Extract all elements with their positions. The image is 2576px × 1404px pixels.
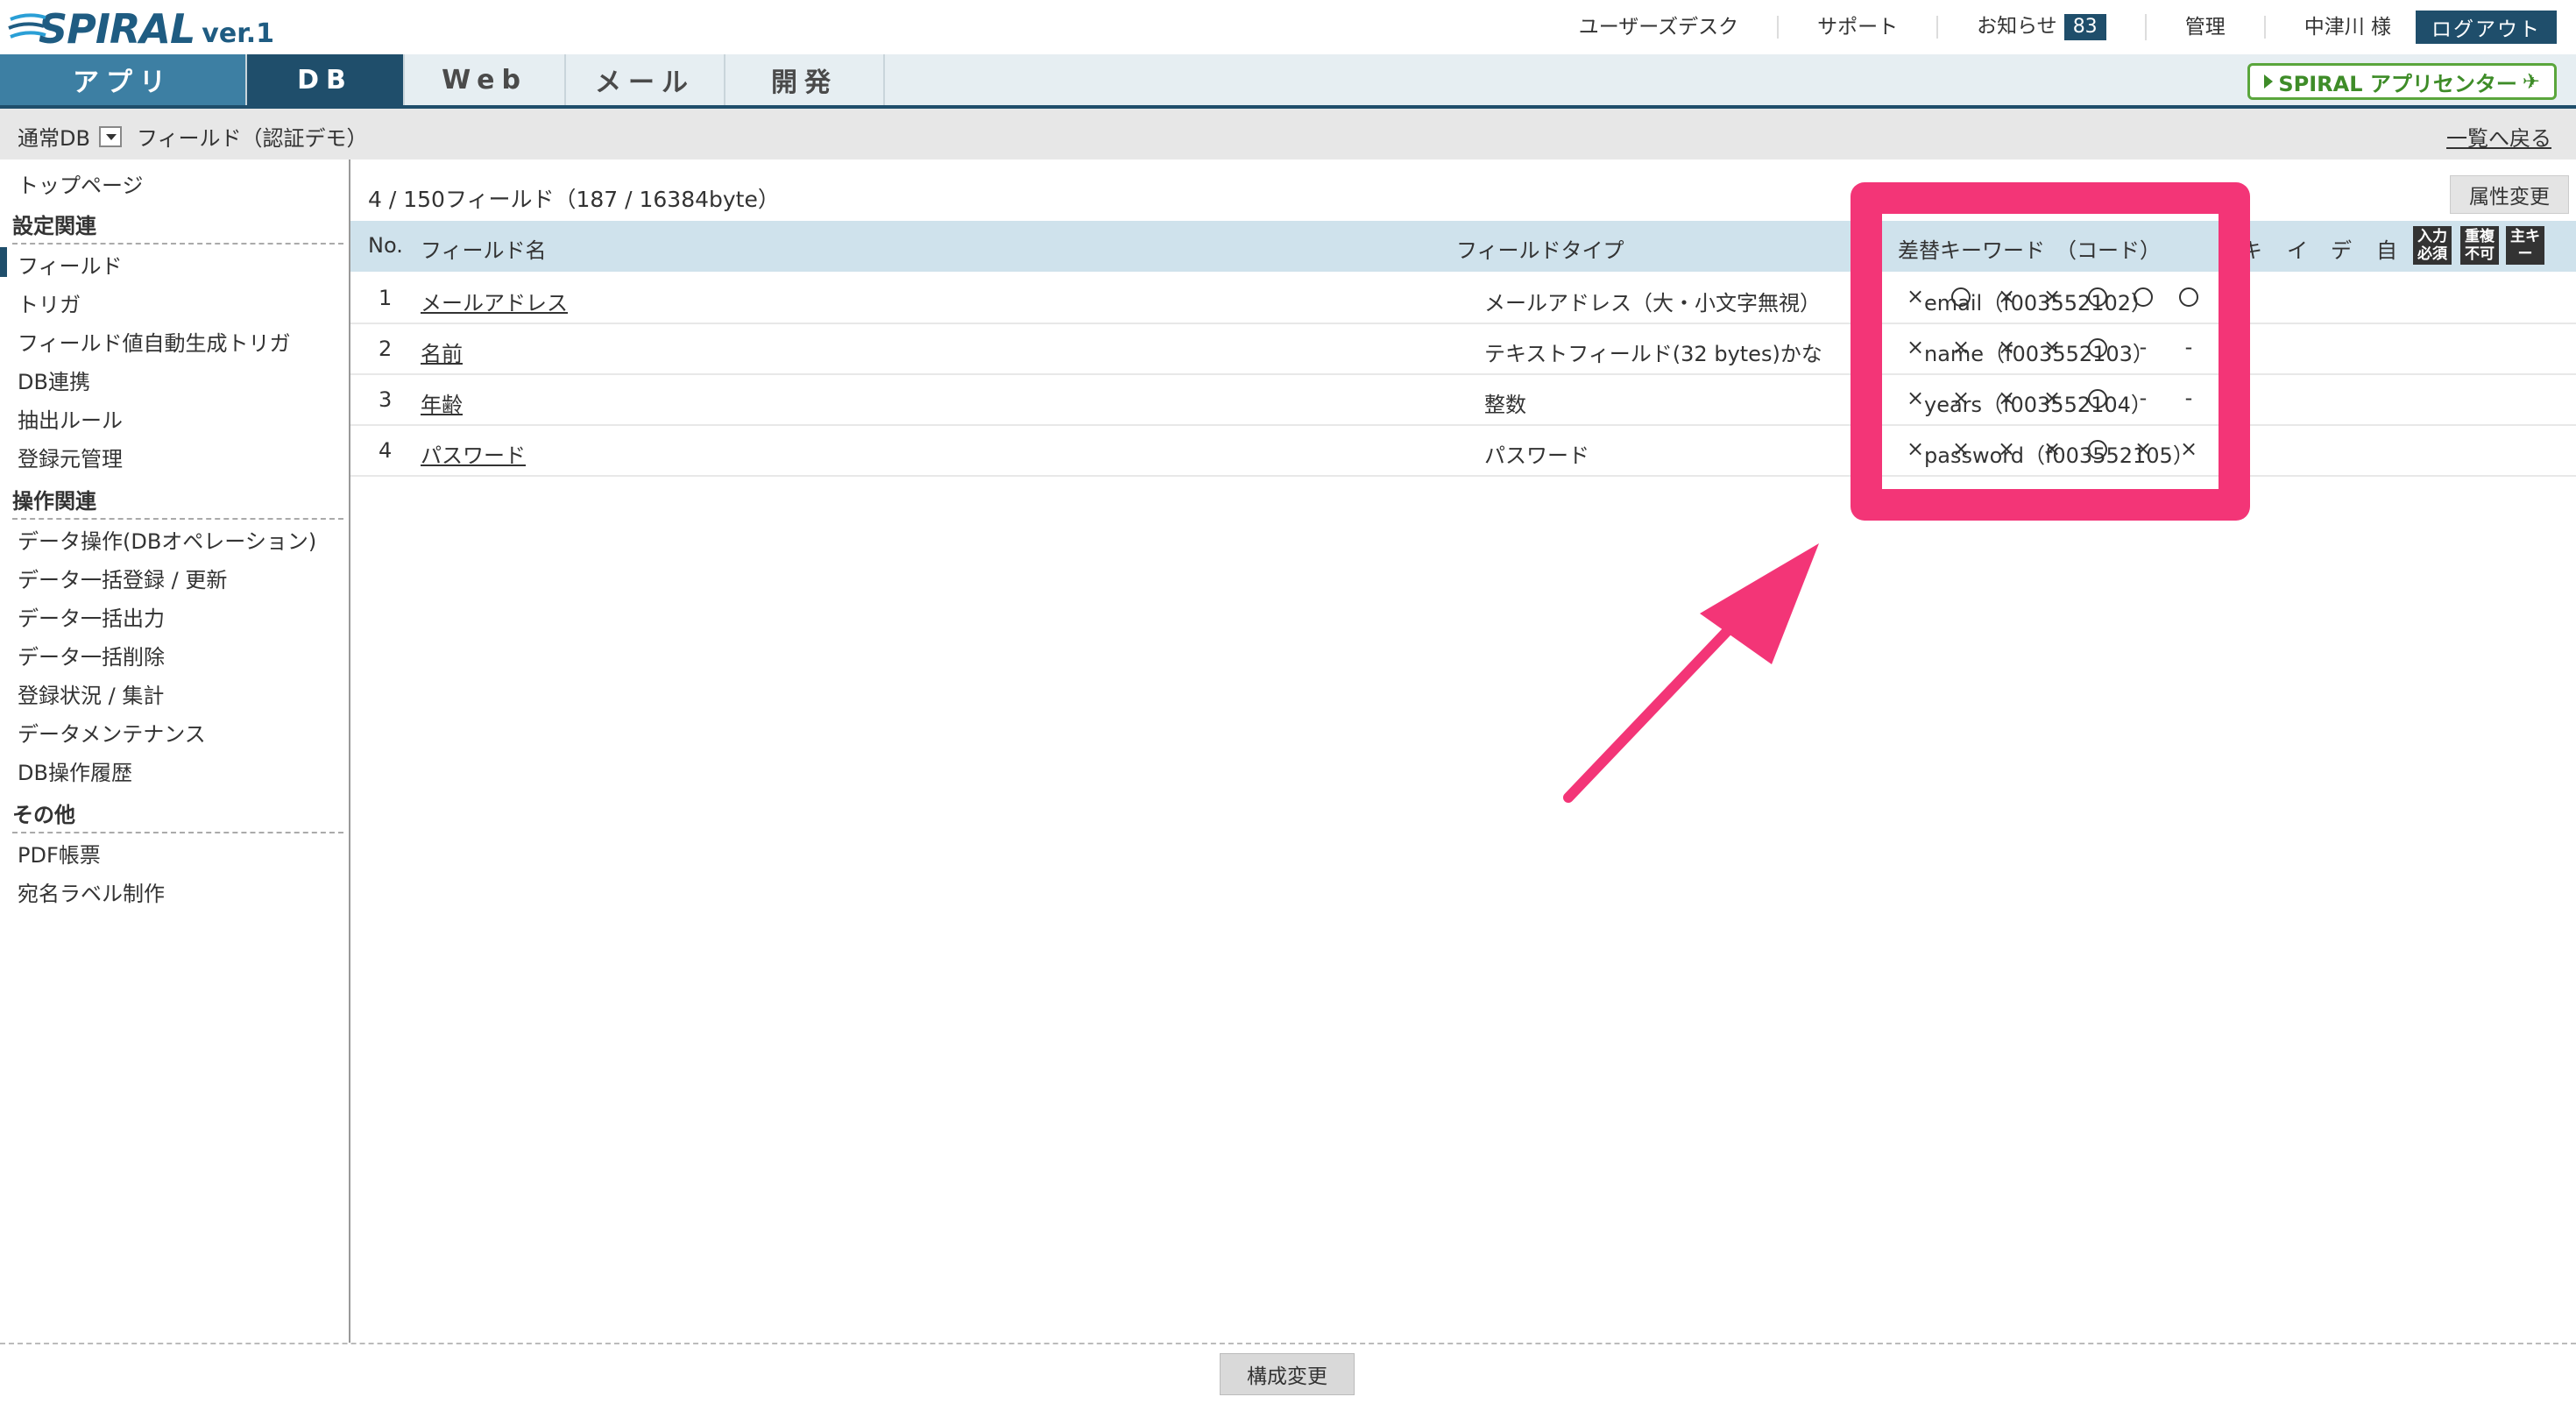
db-type-select[interactable]: 通常DB (18, 121, 122, 152)
field-name-link[interactable]: 名前 (421, 337, 463, 367)
primary-key-icon: 主キー (2506, 226, 2544, 265)
sidebar-item-field[interactable]: フィールド (18, 249, 123, 280)
sidebar-item-top[interactable]: トップページ (18, 168, 144, 199)
news-label: お知らせ (1977, 15, 2057, 38)
sidebar-item-history[interactable]: DB操作履歴 (18, 755, 132, 786)
no-duplicate-icon-label: 重複不可 (2465, 228, 2495, 263)
top-bar: SPIRAL ver.1 ユーザーズデスク サポート お知らせ 83 管理 中津川… (0, 0, 2576, 54)
sidebar-item-label[interactable]: 宛名ラベル制作 (18, 876, 165, 907)
tab-mail[interactable]: メール (566, 54, 725, 105)
sidebar: トップページ 設定関連 フィールド トリガ フィールド値自動生成トリガ DB連携… (0, 160, 350, 1343)
app-center-button[interactable]: SPIRAL アプリセンター ✈ (2247, 63, 2557, 100)
news-count-badge: 83 (2063, 14, 2106, 40)
sidebar-item-trigger[interactable]: トリガ (18, 287, 81, 318)
field-name-link[interactable]: メールアドレス (421, 286, 568, 316)
sidebar-section-operations: 操作関連 (12, 484, 343, 520)
sidebar-item-maintenance[interactable]: データメンテナンス (18, 717, 206, 748)
top-nav: ユーザーズデスク サポート お知らせ 83 管理 中津川 様 ログアウト (1540, 0, 2576, 54)
required-icon-label: 入力必須 (2417, 228, 2447, 263)
col-ji: 自 (2376, 238, 2397, 263)
db-type-label: 通常DB (18, 126, 90, 151)
play-icon (2264, 74, 2274, 89)
no-duplicate-icon: 重複不可 (2460, 226, 2499, 265)
field-type: パスワード (1484, 443, 1589, 468)
sidebar-item-db-operation[interactable]: データ操作(DBオペレーション) (18, 524, 316, 555)
col-name: フィールド名 (421, 238, 547, 263)
tab-app[interactable]: アプリ (0, 54, 247, 105)
logo-text: SPIRAL (39, 5, 195, 53)
support-link[interactable]: サポート (1779, 16, 1939, 39)
col-no: No. (368, 233, 403, 258)
sidebar-item-extract-rule[interactable]: 抽出ルール (18, 403, 123, 434)
breadcrumb-field: フィールド（認証デモ） (137, 126, 368, 151)
sidebar-item-db-link[interactable]: DB連携 (18, 365, 90, 395)
tab-web[interactable]: Web (405, 54, 566, 105)
plane-icon: ✈ (2522, 69, 2540, 94)
news-link[interactable]: お知らせ 83 (1938, 14, 2147, 40)
sidebar-item-pdf[interactable]: PDF帳票 (18, 838, 101, 869)
field-type: メールアドレス（大・小文字無視） (1484, 291, 1821, 316)
field-name-link[interactable]: パスワード (421, 438, 526, 469)
tab-db[interactable]: DB (247, 54, 405, 105)
sidebar-item-source-mgmt[interactable]: 登録元管理 (18, 442, 123, 472)
tab-dev[interactable]: 開発 (725, 54, 885, 105)
breadcrumb: 通常DB フィールド（認証デモ） 一覧へ戻る (0, 109, 2576, 160)
footer: 構成変更 (0, 1343, 2576, 1404)
field-count: 4 / 150フィールド（187 / 16384byte） (368, 187, 780, 212)
sidebar-section-settings: 設定関連 (12, 209, 343, 245)
users-desk-link[interactable]: ユーザーズデスク (1540, 16, 1780, 39)
col-de: デ (2331, 238, 2352, 263)
sidebar-item-status[interactable]: 登録状況 / 集計 (18, 678, 164, 709)
field-name-link[interactable]: 年齢 (421, 387, 463, 418)
active-indicator (0, 247, 7, 277)
sidebar-item-bulk-export[interactable]: データ一括出力 (18, 601, 165, 632)
sidebar-section-other: その他 (12, 798, 343, 833)
config-change-button[interactable]: 構成変更 (1220, 1353, 1355, 1395)
back-to-list-link[interactable]: 一覧へ戻る (2446, 121, 2551, 152)
col-i: イ (2287, 238, 2308, 263)
spiral-logo[interactable]: SPIRAL ver.1 (7, 4, 274, 53)
col-type: フィールドタイプ (1456, 238, 1624, 263)
sidebar-item-bulk-delete[interactable]: データ一括削除 (18, 640, 165, 670)
field-type: 整数 (1484, 393, 1526, 417)
logout-button[interactable]: ログアウト (2416, 11, 2557, 44)
logo-version: ver.1 (202, 18, 274, 49)
required-icon: 入力必須 (2413, 226, 2452, 265)
row-number: 3 (379, 387, 393, 412)
sidebar-item-auto-trigger[interactable]: フィールド値自動生成トリガ (18, 326, 291, 357)
row-number: 4 (379, 438, 393, 463)
attribute-change-button[interactable]: 属性変更 (2450, 175, 2569, 214)
field-type: テキストフィールド(32 bytes)かな (1484, 342, 1822, 366)
row-number: 1 (379, 286, 393, 310)
user-name: 中津川 様 (2304, 16, 2391, 39)
sidebar-item-bulk-register[interactable]: データ一括登録 / 更新 (18, 563, 227, 593)
primary-key-icon-label: 主キー (2510, 228, 2540, 263)
admin-link[interactable]: 管理 (2147, 16, 2266, 39)
app-center-label: SPIRAL アプリセンター (2278, 71, 2517, 96)
logo-swoosh-icon (8, 13, 46, 39)
pointer-arrow-icon (1563, 543, 1819, 803)
row-number: 2 (379, 337, 393, 361)
main-tabs: アプリ DB Web メール 開発 SPIRAL アプリセンター ✈ (0, 54, 2576, 109)
highlight-box (1851, 182, 2250, 521)
chevron-down-icon[interactable] (98, 125, 122, 147)
